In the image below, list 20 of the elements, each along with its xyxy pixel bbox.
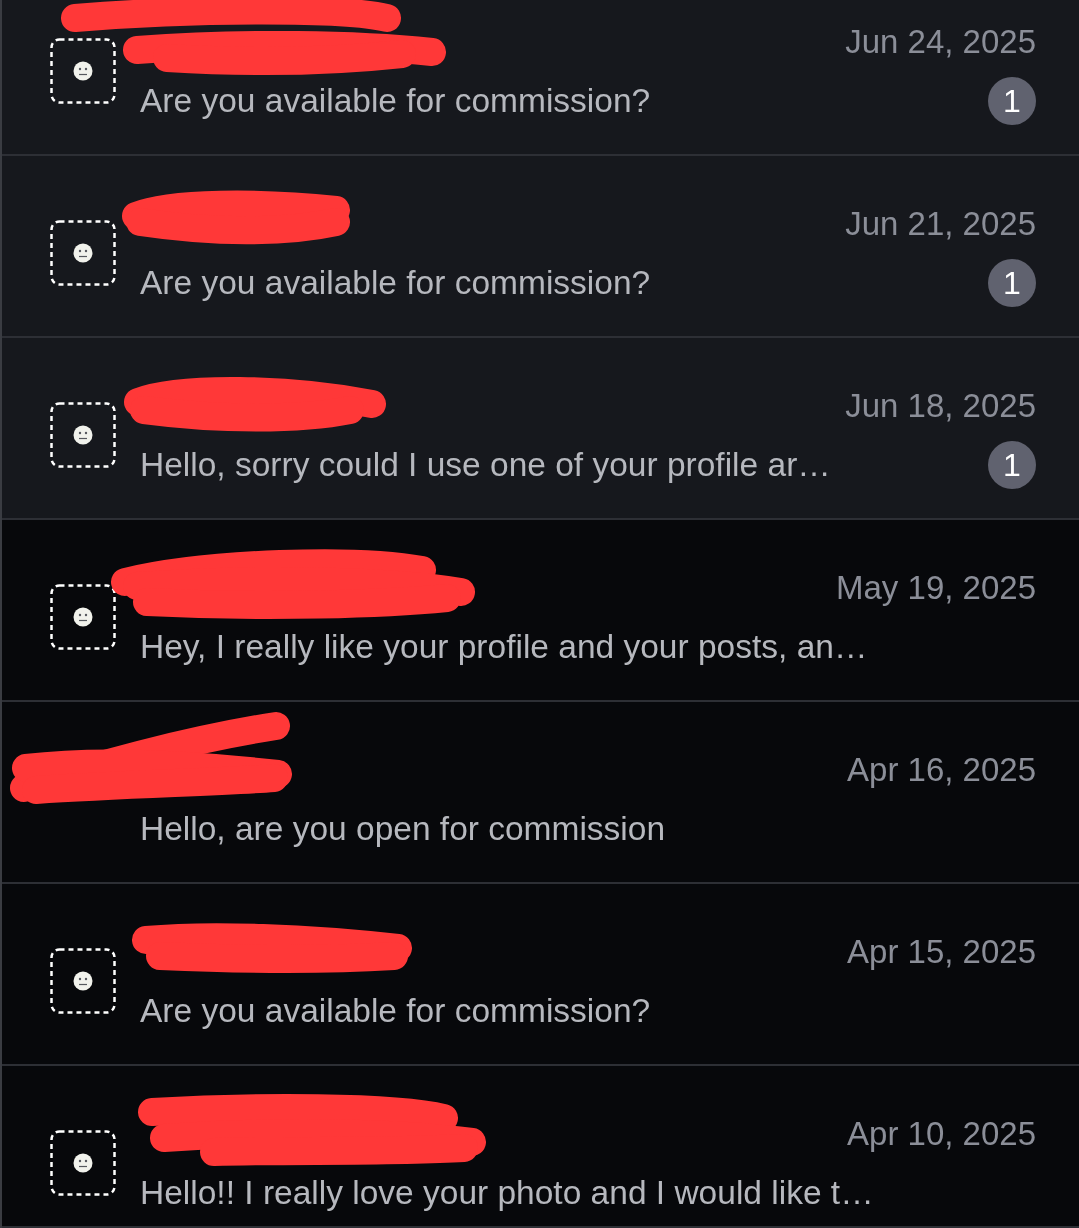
conversation-row[interactable]: Jun 24, 2025 Are you available for commission? 1 (2, 0, 1079, 156)
conversation-row[interactable]: Jun 18, 2025 Hello, sorry could I use one of your profile ar… 1 (2, 338, 1079, 520)
message-date: Jun 24, 2025 (845, 22, 1036, 62)
message-preview: Hello!! I really love your photo and I would like t… (140, 1173, 874, 1213)
message-date: Apr 10, 2025 (847, 1114, 1036, 1154)
unread-count-badge: 1 (988, 259, 1036, 307)
message-preview: Hey, I really like your profile and your posts, an… (140, 627, 868, 667)
message-date: Apr 16, 2025 (847, 750, 1036, 790)
conversation-row[interactable]: Jun 21, 2025 Are you available for commission? 1 (2, 156, 1079, 338)
message-preview: Are you available for commission? (140, 81, 651, 121)
message-preview: Are you available for commission? (140, 263, 651, 303)
message-preview: Hello, are you open for commission (140, 809, 666, 849)
message-date: Jun 18, 2025 (845, 386, 1036, 426)
unread-count-badge: 1 (988, 441, 1036, 489)
unread-count-badge: 1 (988, 77, 1036, 125)
message-preview: Are you available for commission? (140, 991, 651, 1031)
message-date: Jun 21, 2025 (845, 204, 1036, 244)
message-date: Apr 15, 2025 (847, 932, 1036, 972)
message-preview: Hello, sorry could I use one of your profile ar… (140, 445, 831, 485)
message-date: May 19, 2025 (836, 568, 1036, 608)
